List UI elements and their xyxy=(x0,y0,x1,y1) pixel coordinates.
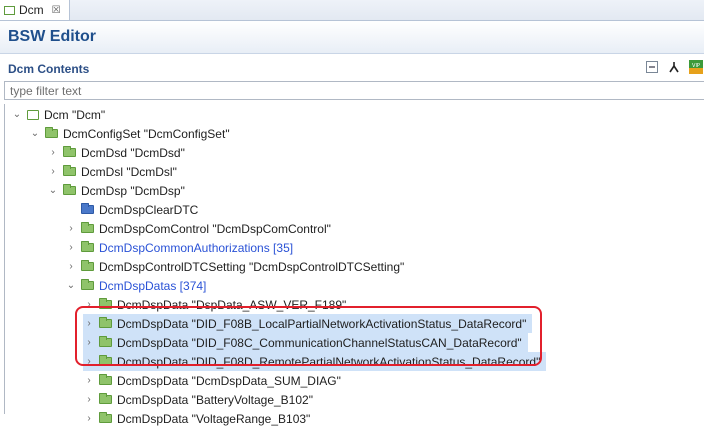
tree-row-dcmconfigset[interactable]: ⌄ DcmConfigSet "DcmConfigSet" xyxy=(29,124,230,143)
chevron-right-icon[interactable]: › xyxy=(83,299,95,310)
vip-icon[interactable]: VIP xyxy=(688,59,704,75)
tree-label: DcmDsp "DcmDsp" xyxy=(81,183,185,198)
chevron-right-icon[interactable]: › xyxy=(83,413,95,424)
tree-row-cleardtc[interactable]: DcmDspClearDTC xyxy=(65,200,198,219)
chevron-right-icon[interactable]: › xyxy=(83,337,95,348)
tree-label: Dcm "Dcm" xyxy=(44,107,106,122)
chevron-right-icon[interactable]: › xyxy=(83,318,95,329)
collapse-all-icon[interactable] xyxy=(644,59,660,75)
folder-icon xyxy=(45,127,58,138)
chevron-right-icon[interactable]: › xyxy=(83,356,95,367)
folder-icon xyxy=(99,355,112,366)
tree-view: ⌄ Dcm "Dcm" ⌄ DcmConfigSet "DcmConfigSet… xyxy=(4,104,704,426)
folder-icon xyxy=(81,222,94,233)
hierarchy-icon[interactable] xyxy=(666,59,682,75)
tree-label: DcmDspCommonAuthorizations [35] xyxy=(99,240,294,255)
folder-icon xyxy=(99,317,112,328)
editor-header: BSW Editor xyxy=(0,21,704,54)
tree-row-dspdatas[interactable]: ⌄ DcmDspDatas [374] xyxy=(65,276,207,295)
folder-blue-icon xyxy=(81,203,94,214)
module-icon xyxy=(27,109,39,120)
tree-row-data-f08d[interactable]: › DcmDspData "DID_F08D_RemotePartialNetw… xyxy=(83,352,547,371)
folder-icon xyxy=(81,260,94,271)
svg-text:VIP: VIP xyxy=(692,63,700,69)
tab-label: Dcm xyxy=(19,3,44,17)
tree-row-data-b103[interactable]: › DcmDspData "VoltageRange_B103" xyxy=(83,409,310,428)
section-header: Dcm Contents VIP xyxy=(0,57,704,79)
tree-label: DcmDspClearDTC xyxy=(99,202,199,217)
tree-label: DcmDsd "DcmDsd" xyxy=(81,145,185,160)
chevron-right-icon[interactable]: › xyxy=(83,394,95,405)
folder-icon xyxy=(99,336,112,347)
chevron-right-icon[interactable]: › xyxy=(83,375,95,386)
tree-row-data-f189[interactable]: › DcmDspData "DspData_ASW_VER_F189" xyxy=(83,295,346,314)
chevron-down-icon[interactable]: ⌄ xyxy=(29,128,41,139)
tree-label: DcmDspData "DcmDspData_SUM_DIAG" xyxy=(117,373,341,388)
tree-label: DcmDspData "DID_F08B_LocalPartialNetwork… xyxy=(117,316,527,331)
tree-label: DcmDspComControl "DcmDspComControl" xyxy=(99,221,331,236)
page-title: BSW Editor xyxy=(8,28,96,45)
folder-icon xyxy=(63,184,76,195)
tree-row-dcmdsd[interactable]: › DcmDsd "DcmDsd" xyxy=(47,143,185,162)
tree-row-dcmdsp[interactable]: ⌄ DcmDsp "DcmDsp" xyxy=(47,181,185,200)
tree-row-data-f08b[interactable]: › DcmDspData "DID_F08B_LocalPartialNetwo… xyxy=(83,314,533,333)
tab-dcm[interactable]: Dcm ☒ xyxy=(0,0,70,20)
chevron-right-icon[interactable]: › xyxy=(47,166,59,177)
tree-row-dcmdsl[interactable]: › DcmDsl "DcmDsl" xyxy=(47,162,177,181)
tree-row-controldtc[interactable]: › DcmDspControlDTCSetting "DcmDspControl… xyxy=(65,257,404,276)
module-icon xyxy=(4,5,15,15)
chevron-right-icon[interactable]: › xyxy=(47,147,59,158)
editor-tab-strip: Dcm ☒ xyxy=(0,0,704,21)
tree-label: DcmDspDatas [374] xyxy=(99,278,207,293)
filter-input[interactable]: type filter text xyxy=(4,81,704,100)
chevron-down-icon[interactable]: ⌄ xyxy=(47,185,59,196)
tree-row-data-sumdiag[interactable]: › DcmDspData "DcmDspData_SUM_DIAG" xyxy=(83,371,341,390)
tree-label: DcmDspControlDTCSetting "DcmDspControlDT… xyxy=(99,259,405,274)
close-icon[interactable]: ☒ xyxy=(52,5,61,16)
chevron-right-icon[interactable]: › xyxy=(65,242,77,253)
folder-icon xyxy=(99,298,112,309)
folder-icon xyxy=(99,412,112,423)
tree-row-comcontrol[interactable]: › DcmDspComControl "DcmDspComControl" xyxy=(65,219,331,238)
chevron-down-icon[interactable]: ⌄ xyxy=(11,109,23,120)
tree-label: DcmConfigSet "DcmConfigSet" xyxy=(63,126,230,141)
section-toolbar: VIP xyxy=(644,59,704,75)
folder-icon xyxy=(63,165,76,176)
tree-label: DcmDspData "DspData_ASW_VER_F189" xyxy=(117,297,347,312)
folder-icon xyxy=(63,146,76,157)
folder-icon xyxy=(81,279,94,290)
tree-row-commonauth[interactable]: › DcmDspCommonAuthorizations [35] xyxy=(65,238,293,257)
tree-label: DcmDspData "DID_F08C_CommunicationChanne… xyxy=(117,335,522,350)
folder-icon xyxy=(99,393,112,404)
tree-label: DcmDspData "DID_F08D_RemotePartialNetwor… xyxy=(117,354,541,369)
tree-row-dcm[interactable]: ⌄ Dcm "Dcm" xyxy=(11,105,105,124)
tree-label: DcmDspData "VoltageRange_B103" xyxy=(117,411,311,426)
tree-label: DcmDspData "BatteryVoltage_B102" xyxy=(117,392,313,407)
folder-icon xyxy=(99,374,112,385)
folder-icon xyxy=(81,241,94,252)
tree-row-data-b102[interactable]: › DcmDspData "BatteryVoltage_B102" xyxy=(83,390,313,409)
chevron-down-icon[interactable]: ⌄ xyxy=(65,280,77,291)
chevron-right-icon[interactable]: › xyxy=(65,223,77,234)
tree-label: DcmDsl "DcmDsl" xyxy=(81,164,177,179)
tree-row-data-f08c[interactable]: › DcmDspData "DID_F08C_CommunicationChan… xyxy=(83,333,528,352)
chevron-right-icon[interactable]: › xyxy=(65,261,77,272)
section-title: Dcm Contents xyxy=(8,62,90,76)
